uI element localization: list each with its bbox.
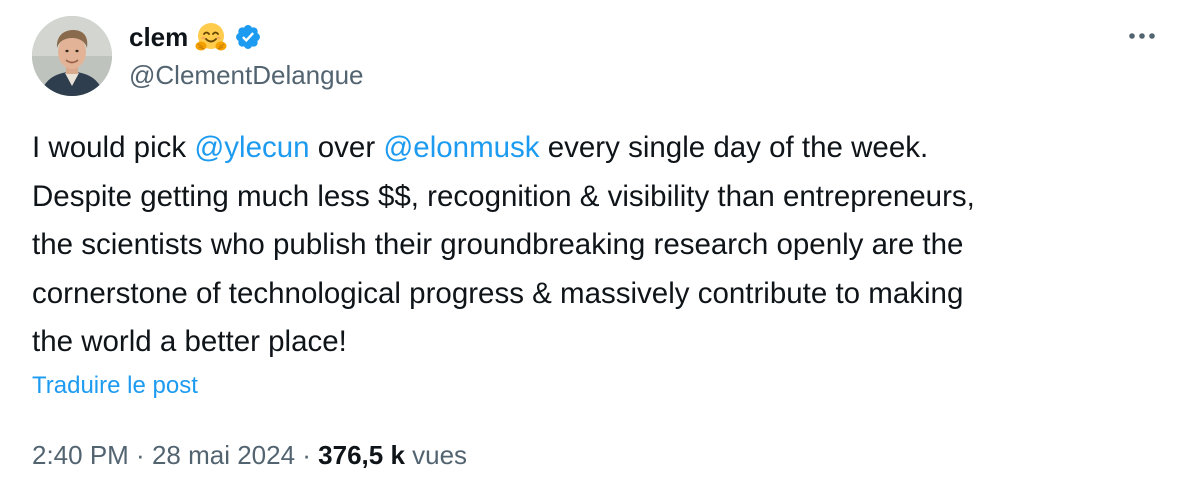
tweet-metadata: 2:40 PM · 28 mai 2024 · 376,5 k vues [32,440,467,471]
tweet-text-line: cornerstone of technological progress & … [32,270,1168,319]
mention-link[interactable]: @ylecun [194,131,309,164]
tweet-text-line: I would pick @ylecun over @elonmusk ever… [32,124,1168,173]
author-name-row: clem [129,20,262,54]
verified-badge-icon[interactable] [234,23,262,51]
views-count: 376,5 k [318,440,405,470]
mention-link[interactable]: @elonmusk [383,131,539,164]
tweet-text-segment: cornerstone of technological progress & … [32,276,964,310]
display-name[interactable]: clem [129,22,188,53]
hugging-face-emoji-icon [194,20,228,54]
more-dots-icon [1129,33,1155,39]
tweet-text-segment: Despite getting much less $$, recognitio… [32,179,975,213]
avatar[interactable] [32,16,112,96]
tweet-text-line: the world a better place! [32,318,1168,367]
views-label: vues [404,440,468,470]
tweet-text-segment: the scientists who publish their groundb… [32,228,964,261]
translate-post-link[interactable]: Traduire le post [32,372,198,400]
meta-separator: · [295,440,319,470]
tweet-text-segment: over [309,131,384,164]
tweet-text-segment: I would pick [32,131,195,164]
tweet-text: I would pick @ylecun over @elonmusk ever… [32,124,1168,367]
tweet-card[interactable]: clem @ClementDelangue I would pick @ylec… [0,0,1184,488]
tweet-text-line: the scientists who publish their groundb… [32,221,1168,270]
tweet-date[interactable]: 28 mai 2024 [152,440,295,470]
author-handle[interactable]: @ClementDelangue [129,60,364,91]
more-options-button[interactable] [1124,22,1160,50]
tweet-text-segment: the world a better place! [32,325,347,358]
tweet-text-segment: every single day of the week. [539,131,929,164]
meta-separator: · [128,440,152,470]
tweet-text-line: Despite getting much less $$, recognitio… [32,173,1168,222]
tweet-time[interactable]: 2:40 PM [32,440,129,470]
